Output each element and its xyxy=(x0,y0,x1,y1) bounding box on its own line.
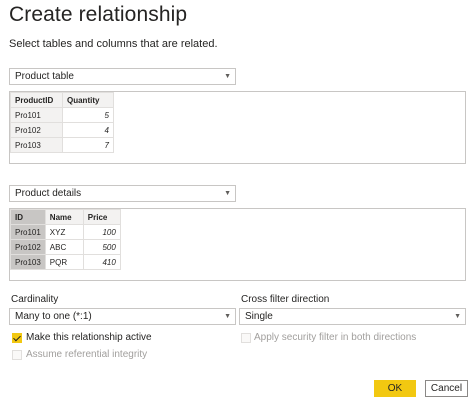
dialog-title: Create relationship xyxy=(9,3,188,26)
chevron-down-icon: ▼ xyxy=(454,313,461,320)
table-cell: 4 xyxy=(62,122,114,138)
table2-dropdown[interactable]: Product details ▼ xyxy=(9,185,236,202)
dialog-subtitle: Select tables and columns that are relat… xyxy=(9,38,218,50)
table1-dropdown-value: Product table xyxy=(15,71,74,82)
table1-grid: ProductID Quantity Pro101 5 Pro102 4 Pro… xyxy=(10,92,114,153)
cross-filter-value: Single xyxy=(245,311,273,322)
table-cell: Pro102 xyxy=(10,239,46,255)
column-header[interactable]: Quantity xyxy=(62,92,114,108)
chevron-down-icon: ▼ xyxy=(224,73,231,80)
table-header-row: ProductID Quantity xyxy=(10,92,114,108)
make-active-checkbox[interactable] xyxy=(12,333,22,343)
cancel-button[interactable]: Cancel xyxy=(425,380,468,397)
table-cell: Pro101 xyxy=(10,224,46,240)
ok-button[interactable]: OK xyxy=(374,380,416,397)
table-cell: Pro103 xyxy=(10,137,63,153)
table-row: Pro103 PQR 410 xyxy=(10,254,121,270)
column-header[interactable]: Price xyxy=(82,209,121,225)
column-header-selected[interactable]: ID xyxy=(10,209,46,225)
table-cell: ABC xyxy=(44,239,84,255)
table-cell: Pro102 xyxy=(10,122,63,138)
table-row: Pro103 7 xyxy=(10,137,114,153)
chevron-down-icon: ▼ xyxy=(224,190,231,197)
table-cell: 500 xyxy=(82,239,121,255)
table-row: Pro102 4 xyxy=(10,122,114,138)
table2-dropdown-value: Product details xyxy=(15,188,82,199)
table-row: Pro102 ABC 500 xyxy=(10,239,121,255)
cross-filter-dropdown[interactable]: Single ▼ xyxy=(239,308,466,325)
cardinality-label: Cardinality xyxy=(11,294,59,305)
table-cell: 5 xyxy=(62,107,114,123)
cross-filter-label: Cross filter direction xyxy=(241,294,330,305)
table2-grid: ID Name Price Pro101 XYZ 100 Pro102 ABC … xyxy=(10,209,121,270)
table-cell: 7 xyxy=(62,137,114,153)
security-filter-checkbox[interactable] xyxy=(241,333,251,343)
table-row: Pro101 XYZ 100 xyxy=(10,224,121,240)
referential-integrity-checkbox[interactable] xyxy=(12,350,22,360)
table-cell: Pro103 xyxy=(10,254,46,270)
referential-integrity-label: Assume referential integrity xyxy=(26,349,148,360)
table-cell: 100 xyxy=(82,224,121,240)
column-header[interactable]: ProductID xyxy=(10,92,63,108)
column-header[interactable]: Name xyxy=(44,209,84,225)
table-cell: PQR xyxy=(44,254,84,270)
chevron-down-icon: ▼ xyxy=(224,313,231,320)
table-row: Pro101 5 xyxy=(10,107,114,123)
cardinality-dropdown[interactable]: Many to one (*:1) ▼ xyxy=(9,308,236,325)
cardinality-value: Many to one (*:1) xyxy=(15,311,92,322)
table-cell: XYZ xyxy=(44,224,84,240)
table-header-row: ID Name Price xyxy=(10,209,121,225)
table2-preview: ID Name Price Pro101 XYZ 100 Pro102 ABC … xyxy=(9,208,466,281)
table1-dropdown[interactable]: Product table ▼ xyxy=(9,68,236,85)
table-cell: 410 xyxy=(82,254,121,270)
make-active-label: Make this relationship active xyxy=(26,332,152,343)
table-cell: Pro101 xyxy=(10,107,63,123)
security-filter-label: Apply security filter in both directions xyxy=(254,332,417,343)
table1-preview: ProductID Quantity Pro101 5 Pro102 4 Pro… xyxy=(9,91,466,164)
